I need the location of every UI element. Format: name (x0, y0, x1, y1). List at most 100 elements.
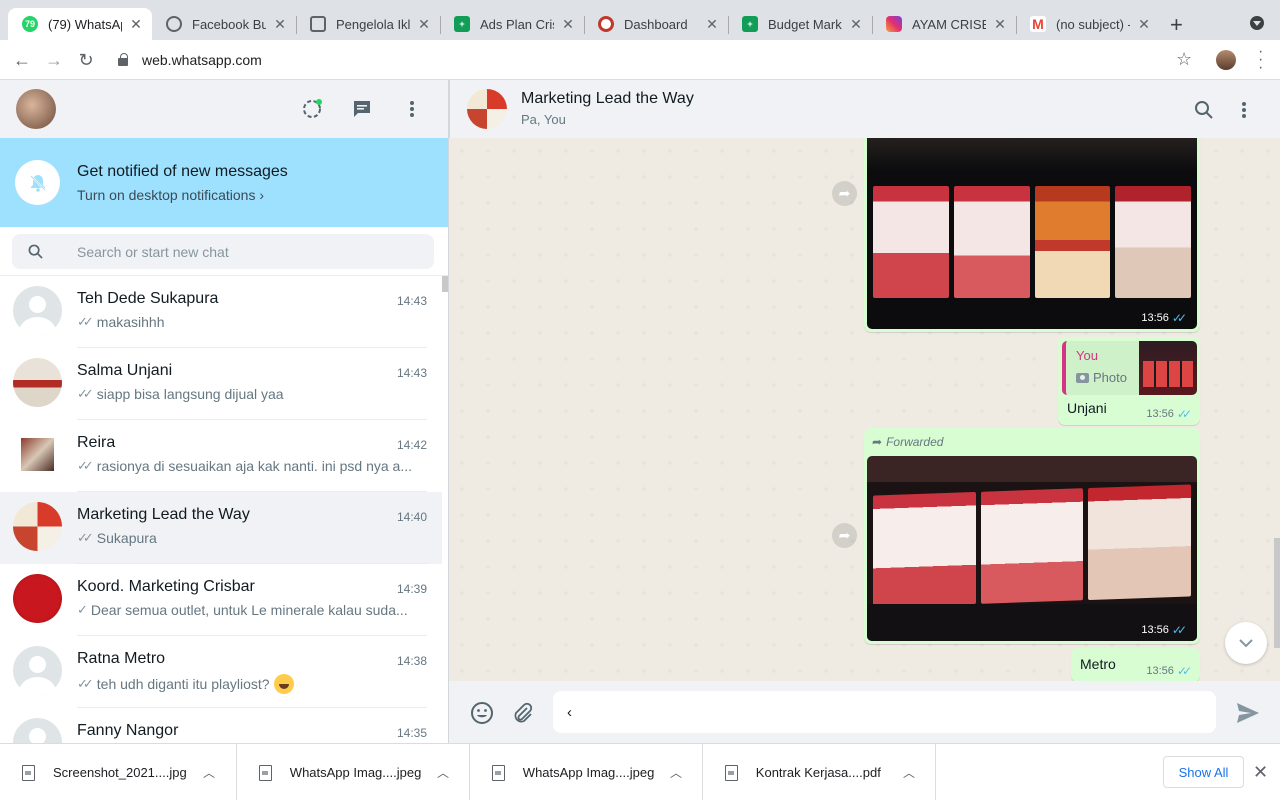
chat-item-reira[interactable]: Reira 14:42 ✓✓ rasionya di sesuaikan aja … (0, 420, 442, 492)
reply-message[interactable]: You Photo Unjani 13:56 ✓✓ (1058, 337, 1200, 425)
attach-icon[interactable] (509, 700, 535, 726)
new-chat-icon[interactable] (350, 97, 374, 121)
tab-gmail[interactable]: M (no subject) - Gmail ✕ (1016, 8, 1160, 40)
avatar (13, 502, 62, 551)
message-text: Unjani (1067, 400, 1107, 416)
status-icon[interactable] (300, 97, 324, 121)
download-item[interactable]: WhatsApp Imag....jpeg ︿ (470, 744, 703, 800)
close-icon[interactable]: ✕ (272, 16, 288, 33)
search-icon[interactable] (28, 244, 43, 259)
conversation-scrollbar[interactable] (1274, 538, 1280, 648)
chat-item-ratna-metro[interactable]: Ratna Metro 14:38 ✓✓ teh udh diganti itu … (0, 636, 442, 708)
tab-search-icon[interactable] (1250, 16, 1264, 30)
menu-icon[interactable] (400, 97, 424, 121)
enable-notifications-link[interactable]: Turn on desktop notifications › (77, 187, 264, 203)
my-avatar[interactable] (16, 89, 56, 129)
downloads-bar: Screenshot_2021....jpg ︿ WhatsApp Imag..… (0, 743, 1280, 800)
chat-time: 14:38 (396, 654, 427, 668)
conversation-header[interactable]: Marketing Lead the Way Pa, You (449, 80, 1280, 138)
conversation-title: Marketing Lead the Way (521, 90, 694, 107)
whatsapp-favicon-icon: 79 (22, 16, 38, 32)
profile-avatar[interactable] (1216, 50, 1236, 70)
tab-dashboard[interactable]: Dashboard ✕ (584, 8, 728, 40)
browser-toolbar: ← → ↻ web.whatsapp.com ☆ (0, 40, 1280, 80)
chat-item-fanny-nangor[interactable]: Fanny Nangor 14:35 (0, 708, 442, 743)
chevron-up-icon[interactable]: ︿ (437, 764, 449, 781)
show-all-button[interactable]: Show All (1163, 756, 1244, 788)
close-icon[interactable]: ✕ (1136, 16, 1152, 33)
chevron-up-icon[interactable]: ︿ (203, 764, 215, 781)
chat-time: 14:40 (396, 510, 427, 524)
tab-budget-marketing[interactable]: + Budget Marketing ✕ (728, 8, 872, 40)
reload-icon[interactable]: ↻ (74, 48, 98, 72)
gmail-favicon-icon: M (1030, 16, 1046, 32)
double-check-icon: ✓✓ (77, 530, 94, 545)
forward-icon[interactable]: ➦ (832, 523, 857, 548)
quoted-message[interactable]: You Photo (1062, 341, 1197, 395)
new-tab-button[interactable]: + (1170, 12, 1183, 38)
message-input[interactable] (553, 691, 1216, 733)
menu-icon[interactable] (1232, 98, 1256, 122)
notification-banner[interactable]: Get notified of new messages Turn on des… (0, 138, 448, 227)
download-item[interactable]: Screenshot_2021....jpg ︿ (0, 744, 237, 800)
chat-name: Koord. Marketing Crisbar (77, 578, 255, 595)
chevron-up-icon[interactable]: ︿ (903, 764, 915, 781)
chat-item-teh-dede-sukapura[interactable]: Teh Dede Sukapura 14:43 ✓✓ makasihhh (0, 276, 442, 348)
search-input[interactable] (77, 234, 417, 269)
tab-title: (no subject) - Gmail (1056, 16, 1130, 32)
laughing-emoji-icon (273, 674, 294, 694)
forward-icon[interactable]: ➦ (832, 181, 857, 206)
chat-item-marketing-lead-the-way[interactable]: Marketing Lead the Way 14:40 ✓✓ Sukapura (0, 492, 442, 564)
chat-item-salma-unjani[interactable]: Salma Unjani 14:43 ✓✓ siapp bisa langsung… (0, 348, 442, 420)
tab-pengelola-iklan[interactable]: Pengelola Iklan ✕ (296, 8, 440, 40)
chat-time: 14:42 (396, 438, 427, 452)
chat-name: Salma Unjani (77, 362, 173, 379)
avatar (13, 574, 62, 623)
tab-instagram[interactable]: AYAM CRISBAR ✕ (872, 8, 1016, 40)
sidebar-scrollbar[interactable] (442, 276, 448, 292)
chat-item-koord-marketing-crisbar[interactable]: Koord. Marketing Crisbar 14:39 ✓ Dear sem… (0, 564, 442, 636)
close-icon[interactable]: ✕ (704, 16, 720, 33)
scroll-to-bottom-button[interactable] (1225, 622, 1267, 664)
text-message[interactable]: Metro 13:56 ✓✓ (1071, 648, 1200, 681)
forwarded-photo-message[interactable]: ➦ Forwarded 13:56 ✓✓ (864, 428, 1200, 644)
menu-photo[interactable]: 13:56 ✓✓ (867, 456, 1197, 641)
close-icon[interactable]: ✕ (1253, 762, 1268, 783)
menu-photo[interactable]: 13:56 ✓✓ (867, 138, 1197, 329)
tab-ads-plan[interactable]: + Ads Plan Crisbar ✕ (440, 8, 584, 40)
address-bar[interactable]: web.whatsapp.com (118, 48, 262, 72)
chat-preview: ✓✓ siapp bisa langsung dijual yaa (77, 386, 422, 402)
image-file-icon (22, 764, 35, 781)
back-arrow-icon[interactable]: ← (10, 48, 34, 72)
conversation-members: Pa, You (521, 112, 566, 127)
read-receipt-icon: ✓✓ (1171, 623, 1187, 637)
tab-whatsapp[interactable]: 79 (79) WhatsApp ✕ (8, 8, 152, 40)
search-icon[interactable] (1192, 98, 1216, 122)
tab-title: Ads Plan Crisbar (480, 16, 554, 32)
close-icon[interactable]: ✕ (992, 16, 1008, 33)
double-check-icon: ✓✓ (77, 676, 94, 691)
close-icon[interactable]: ✕ (848, 16, 864, 33)
chevron-up-icon[interactable]: ︿ (670, 764, 682, 781)
forward-arrow-icon[interactable]: → (42, 48, 66, 72)
emoji-icon[interactable] (469, 700, 495, 726)
url-text: web.whatsapp.com (142, 52, 262, 68)
browser-tabstrip: 79 (79) WhatsApp ✕ Facebook Business Man… (0, 0, 1280, 40)
tab-facebook-business[interactable]: Facebook Business Manager ✕ (152, 8, 296, 40)
photo-message[interactable]: 13:56 ✓✓ (864, 138, 1200, 332)
chat-list: Teh Dede Sukapura 14:43 ✓✓ makasihhh Salm… (0, 276, 442, 743)
download-item[interactable]: WhatsApp Imag....jpeg ︿ (237, 744, 470, 800)
close-icon[interactable]: ✕ (560, 16, 576, 33)
avatar (13, 358, 62, 407)
read-receipt-icon: ✓✓ (1176, 664, 1192, 678)
facebook-business-favicon-icon (166, 16, 182, 32)
browser-menu-icon[interactable]: · · · (1258, 44, 1263, 76)
close-icon[interactable]: ✕ (128, 16, 144, 33)
quote-thumbnail (1139, 341, 1197, 395)
bookmark-star-icon[interactable]: ☆ (1176, 49, 1192, 70)
close-icon[interactable]: ✕ (416, 16, 432, 33)
group-avatar[interactable] (467, 89, 507, 129)
download-item[interactable]: Kontrak Kerjasa....pdf ︿ (703, 744, 936, 800)
avatar (13, 646, 62, 695)
send-icon[interactable] (1235, 700, 1261, 726)
